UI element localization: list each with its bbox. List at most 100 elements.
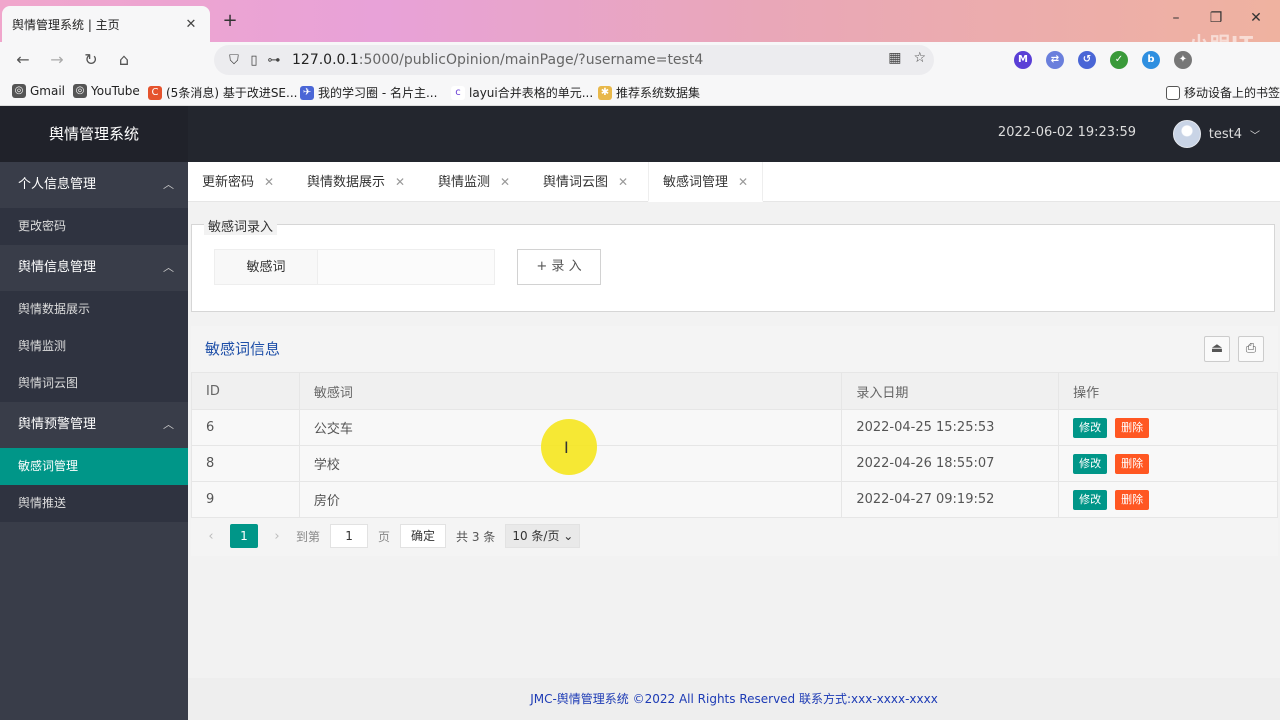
restore-icon[interactable]: ❐ <box>1206 10 1226 26</box>
table-row[interactable]: 6 公交车 2022-04-25 15:25:53 修改 删除 <box>191 409 1278 446</box>
tab-sensitive-words[interactable]: 敏感词管理 ✕ <box>648 162 764 202</box>
browser-tab[interactable]: 舆情管理系统 | 主页 ✕ <box>2 6 210 42</box>
sidebar-item-sensitive-words[interactable]: 敏感词管理 <box>0 448 188 485</box>
cell-word: 房价 <box>298 481 843 518</box>
column-header-date[interactable]: 录入日期 <box>841 372 1060 410</box>
edit-button[interactable]: 修改 <box>1073 489 1108 510</box>
close-icon[interactable]: ✕ <box>500 175 510 189</box>
close-icon[interactable]: ✕ <box>264 175 274 189</box>
browser-tab-title: 舆情管理系统 | 主页 <box>12 17 120 32</box>
close-icon[interactable]: ✕ <box>618 175 628 189</box>
app-header: 舆情管理系统 2022-06-02 19:23:59 test4 ﹀ <box>0 106 1280 162</box>
page-unit-label: 页 <box>378 529 391 544</box>
text-cursor-icon: I <box>564 438 569 457</box>
prev-page-icon[interactable]: ‹ <box>202 529 220 544</box>
chevron-down-icon: ﹀ <box>1250 130 1260 142</box>
bookmark-layui[interactable]: c layui合并表格的单元... <box>451 84 593 101</box>
tab-data-display[interactable]: 舆情数据展示 ✕ <box>307 162 405 202</box>
print-icon[interactable]: ⎙ <box>1238 336 1264 362</box>
back-icon[interactable]: ← <box>12 50 34 72</box>
cell-actions: 修改 删除 <box>1058 409 1278 446</box>
sensitive-word-input[interactable] <box>317 249 495 285</box>
cell-id: 6 <box>191 409 300 446</box>
tab-monitoring[interactable]: 舆情监测 ✕ <box>438 162 510 202</box>
home-icon[interactable]: ⌂ <box>113 50 135 72</box>
extension-arrow-icon[interactable]: ↺ <box>1078 51 1096 69</box>
qr-code-icon[interactable]: ▦ <box>888 50 901 66</box>
extension-b-icon[interactable]: b <box>1142 51 1160 69</box>
column-header-id[interactable]: ID <box>191 372 300 410</box>
extension-puzzle-icon[interactable]: ✦ <box>1174 51 1192 69</box>
delete-button[interactable]: 删除 <box>1115 417 1150 438</box>
cell-actions: 修改 删除 <box>1058 445 1278 482</box>
close-tab-icon[interactable]: ✕ <box>182 17 200 32</box>
goto-page-input[interactable]: 1 <box>330 524 369 548</box>
bookmark-dataset[interactable]: ✱ 推荐系统数据集 <box>598 84 700 101</box>
column-header-word[interactable]: 敏感词 <box>298 372 843 410</box>
sidebar-item-monitoring[interactable]: 舆情监测 <box>0 328 188 365</box>
sidebar-group-opinion-info[interactable]: 舆情信息管理 ︿ <box>0 245 188 291</box>
site-info-icon[interactable]: ⊶ <box>264 53 284 68</box>
table-row[interactable]: 8 学校 2022-04-26 18:55:07 修改 删除 <box>191 445 1278 482</box>
extension-sync-icon[interactable]: ⇄ <box>1046 51 1064 69</box>
sidebar-group-personal[interactable]: 个人信息管理 ︿ <box>0 162 188 208</box>
bookmark-youtube[interactable]: ◎ YouTube <box>73 84 140 98</box>
tab-word-cloud[interactable]: 舆情词云图 ✕ <box>543 162 628 202</box>
current-page[interactable]: 1 <box>230 524 258 548</box>
reload-icon[interactable]: ↻ <box>80 50 102 72</box>
extension-leaf-icon[interactable]: ✓ <box>1110 51 1128 69</box>
delete-button[interactable]: 删除 <box>1115 489 1150 510</box>
cell-date: 2022-04-26 18:55:07 <box>841 445 1060 482</box>
add-word-button[interactable]: + 录 入 <box>517 249 601 285</box>
main-content: 敏感词录入 敏感词 + 录 入 敏感词信息 ⏏ ⎙ ID 敏感词 录入日期 操作… <box>188 202 1280 678</box>
bookmark-mobile[interactable]: 移动设备上的书签 <box>1166 84 1280 101</box>
csdn-icon: C <box>148 85 162 100</box>
sidebar-item-change-password[interactable]: 更改密码 <box>0 208 188 245</box>
current-datetime: 2022-06-02 19:23:59 <box>997 125 1136 140</box>
close-icon[interactable]: ✕ <box>738 175 748 189</box>
sensitive-word-table-card: 敏感词信息 ⏏ ⎙ ID 敏感词 录入日期 操作 6 公交车 2022-04-2… <box>191 326 1278 556</box>
chevron-up-icon: ︿ <box>163 418 174 431</box>
forward-icon[interactable]: → <box>46 50 68 72</box>
sidebar-item-data-display[interactable]: 舆情数据展示 <box>0 291 188 328</box>
dataset-icon: ✱ <box>598 85 612 100</box>
goto-confirm-button[interactable]: 确定 <box>400 524 447 548</box>
delete-button[interactable]: 删除 <box>1115 453 1150 474</box>
cell-date: 2022-04-25 15:25:53 <box>841 409 1060 446</box>
shield-icon[interactable]: ⛉ <box>224 53 244 68</box>
bookmark-gmail[interactable]: ◎ Gmail <box>12 84 65 98</box>
address-bar[interactable]: ⛉ ▯ ⊶ 127.0.0.1:5000/publicOpinion/mainP… <box>214 45 934 75</box>
bookmark-star-icon[interactable]: ☆ <box>913 50 926 66</box>
edit-button[interactable]: 修改 <box>1073 453 1108 474</box>
column-header-actions: 操作 <box>1058 372 1278 410</box>
url-path: :5000/publicOpinion/mainPage/?username=t… <box>358 52 704 68</box>
cell-id: 8 <box>191 445 300 482</box>
close-icon[interactable]: ✕ <box>395 175 405 189</box>
edit-button[interactable]: 修改 <box>1073 417 1108 438</box>
export-icon[interactable]: ⏏ <box>1204 336 1230 362</box>
c-icon: c <box>451 85 465 100</box>
tab-update-password[interactable]: 更新密码 ✕ <box>202 162 274 202</box>
page-icon: ▯ <box>250 52 258 68</box>
new-tab-button[interactable]: + <box>220 10 240 31</box>
browser-tabstrip: 舆情管理系统 | 主页 ✕ + – ❐ ✕ 小明IT <box>0 0 1280 56</box>
extension-m-icon[interactable]: M <box>1014 51 1032 69</box>
sensitive-word-entry-panel: 敏感词录入 敏感词 + 录 入 <box>191 216 1275 312</box>
minimize-icon[interactable]: – <box>1166 10 1186 26</box>
user-menu[interactable]: test4 ﹀ <box>1172 120 1260 148</box>
cell-id: 9 <box>191 481 300 518</box>
sidebar-item-word-cloud[interactable]: 舆情词云图 <box>0 365 188 402</box>
bookmark-study-circle[interactable]: ✈ 我的学习圈 - 名片主... <box>300 84 437 101</box>
page-size-select[interactable]: 10 条/页 ⌄ <box>505 524 581 548</box>
next-page-icon[interactable]: › <box>268 529 286 544</box>
window-close-icon[interactable]: ✕ <box>1246 10 1266 26</box>
globe-icon: ◎ <box>12 84 26 98</box>
sensitive-word-table: ID 敏感词 录入日期 操作 6 公交车 2022-04-25 15:25:53… <box>191 372 1278 518</box>
rocket-icon: ✈ <box>300 85 314 100</box>
sidebar-item-push[interactable]: 舆情推送 <box>0 485 188 522</box>
mobile-icon <box>1166 85 1180 100</box>
sidebar-group-warning[interactable]: 舆情预警管理 ︿ <box>0 402 188 448</box>
table-row[interactable]: 9 房价 2022-04-27 09:19:52 修改 删除 <box>191 481 1278 518</box>
bookmark-csdn[interactable]: C (5条消息) 基于改进SE... <box>148 84 297 101</box>
total-count: 共 3 条 <box>456 529 496 544</box>
